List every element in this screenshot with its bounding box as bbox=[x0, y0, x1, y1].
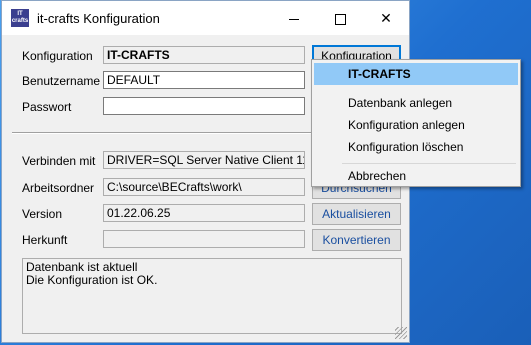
menu-item-datenbank-anlegen[interactable]: Datenbank anlegen bbox=[314, 92, 518, 114]
window-title: it-crafts Konfiguration bbox=[37, 11, 160, 26]
passwort-label: Passwort bbox=[22, 100, 72, 114]
konfiguration-field[interactable]: IT-CRAFTS bbox=[103, 46, 305, 64]
konfiguration-context-menu: IT-CRAFTS Datenbank anlegen Konfiguratio… bbox=[311, 59, 521, 187]
maximize-button[interactable] bbox=[317, 1, 363, 35]
menu-item-konfiguration-anlegen[interactable]: Konfiguration anlegen bbox=[314, 114, 518, 136]
message-line: Die Konfiguration ist OK. bbox=[26, 273, 158, 287]
minimize-button[interactable] bbox=[271, 1, 317, 35]
message-box[interactable]: Datenbank ist aktuell Die Konfiguration … bbox=[22, 258, 402, 334]
resize-grip-icon[interactable] bbox=[395, 327, 407, 339]
app-icon: IT crafts bbox=[11, 9, 29, 27]
version-label: Version bbox=[22, 207, 63, 221]
arbeitsordner-label: Arbeitsordner bbox=[22, 181, 95, 195]
menu-item-konfiguration-loeschen[interactable]: Konfiguration löschen bbox=[314, 136, 518, 158]
menu-item-abbrechen[interactable]: Abbrechen bbox=[314, 165, 518, 187]
close-icon: ✕ bbox=[380, 10, 392, 26]
minimize-icon bbox=[289, 18, 299, 20]
arbeitsordner-field[interactable]: C:\source\BECrafts\work\ bbox=[103, 178, 305, 196]
maximize-icon bbox=[334, 13, 346, 25]
menu-item-it-crafts[interactable]: IT-CRAFTS bbox=[314, 63, 518, 85]
close-button[interactable]: ✕ bbox=[363, 1, 409, 35]
benutzername-input[interactable]: DEFAULT bbox=[103, 71, 305, 89]
konfiguration-label: Konfiguration bbox=[22, 49, 93, 63]
aktualisieren-button[interactable]: Aktualisieren bbox=[312, 203, 401, 225]
verbinden-mit-field[interactable]: DRIVER=SQL Server Native Client 11.0;S bbox=[103, 151, 305, 169]
konvertieren-button[interactable]: Konvertieren bbox=[312, 229, 401, 251]
title-bar[interactable]: IT crafts it-crafts Konfiguration ✕ bbox=[2, 1, 409, 35]
passwort-input[interactable] bbox=[103, 97, 305, 115]
version-field[interactable]: 01.22.06.25 bbox=[103, 204, 305, 222]
herkunft-field[interactable] bbox=[103, 230, 305, 248]
benutzername-label: Benutzername bbox=[22, 74, 101, 88]
herkunft-label: Herkunft bbox=[22, 233, 68, 247]
verbinden-mit-label: Verbinden mit bbox=[22, 154, 96, 168]
menu-separator bbox=[342, 163, 516, 164]
